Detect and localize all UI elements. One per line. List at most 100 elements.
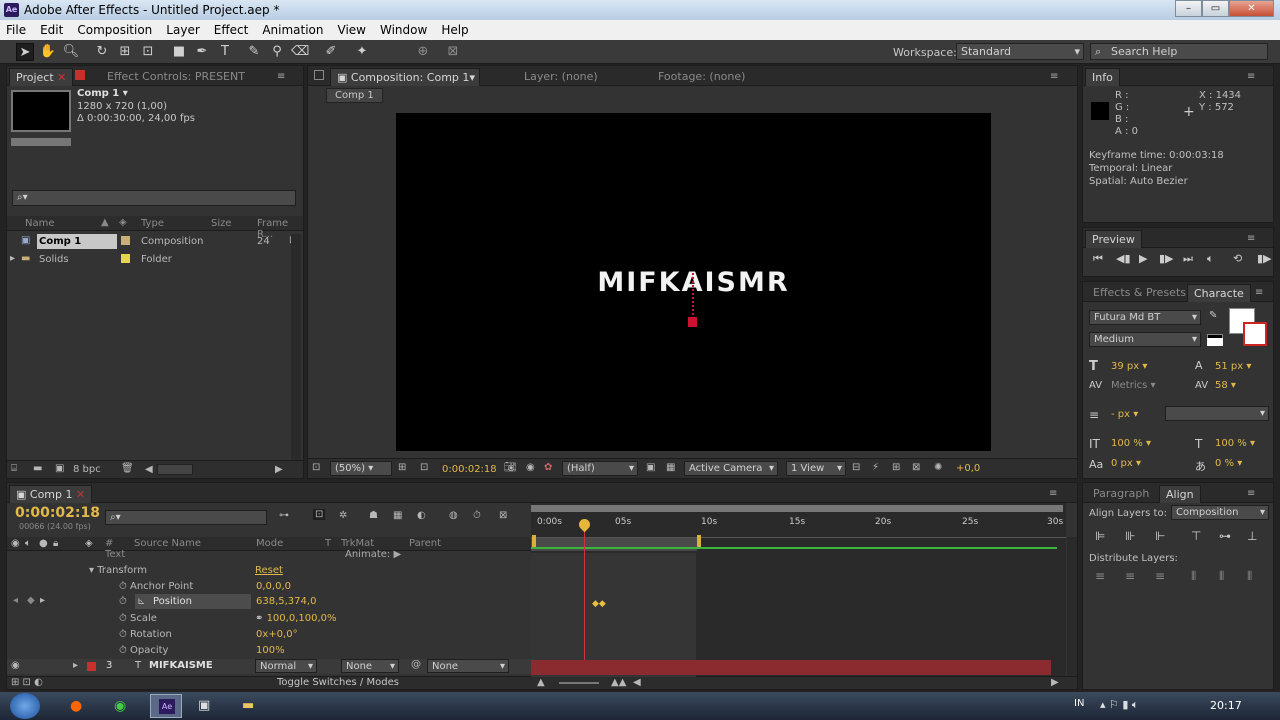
tab-layer[interactable]: Layer: (none) [518,68,604,86]
chrome-icon[interactable]: ◉ [114,698,126,714]
zoom-dropdown[interactable]: (50%) ▾ [330,461,392,476]
always-preview-icon[interactable]: ⊡ [312,462,320,473]
live-update-icon[interactable]: ⊡ [313,509,326,520]
selection-tool-icon[interactable]: ➤ [16,43,34,61]
align-top-icon[interactable]: ⊤ [1191,529,1201,543]
clock[interactable]: 20:17 [1210,699,1242,712]
col-name[interactable]: Name [25,218,55,229]
loop-icon[interactable]: ⟲ [1233,252,1242,265]
bpc-label[interactable]: 8 bpc [73,464,101,475]
channel-icon[interactable]: ✿ [544,462,552,473]
horizontal-scale-value[interactable]: 100 % ▾ [1215,438,1255,449]
work-area-bar[interactable] [531,505,1063,512]
menu-layer[interactable]: Layer [166,23,199,37]
prop-transform-row[interactable]: ▾ Transform [89,565,147,576]
trash-icon[interactable]: 🗑︎ [121,463,134,474]
prev-frame-icon[interactable]: ◀▮ [1116,252,1131,265]
scroll-right-icon[interactable]: ▶ [1051,677,1059,688]
project-search-input[interactable]: ⌕▾ [12,190,296,206]
timeline-timecode[interactable]: 0:00:02:18 [15,505,100,521]
keyframe-markers[interactable]: ◆◆ [592,599,606,609]
close-icon[interactable]: ✕ [57,71,66,84]
show-snapshot-icon[interactable]: ◉ [526,462,535,473]
project-row-comp[interactable]: ▣ Comp 1 Composition 24 ⊞ [7,233,303,250]
distribute-right-icon[interactable]: ⦀ [1247,569,1252,584]
tsume-value[interactable]: 0 % ▾ [1215,458,1242,469]
brainstorm-icon[interactable]: ◍ [449,510,458,521]
parent-dropdown[interactable]: None ▾ [427,659,509,673]
snapshot-icon[interactable]: 📷︎ [504,462,517,473]
prop-position-row[interactable]: ◂ ◆ ▸ ⏱ ⊾ Position 638,5,374,0 [7,594,531,610]
search-help-input[interactable]: ⌕ Search Help [1090,43,1268,60]
distribute-hcenter-icon[interactable]: ⦀ [1219,569,1224,584]
col-mode[interactable]: Mode [256,538,283,549]
leading-value[interactable]: 51 px ▾ [1215,361,1251,372]
breadcrumb[interactable]: Comp 1 [326,88,383,103]
composition-viewer[interactable]: MIFKAISMR [396,113,991,451]
tab-align[interactable]: Align [1159,485,1201,503]
prop-rotation-row[interactable]: ⏱ Rotation [119,629,172,640]
view-layout-dropdown[interactable]: 1 View ▾ [786,461,846,476]
align-hcenter-icon[interactable]: ⊪ [1125,529,1135,543]
camera-tool-icon[interactable]: ⊞ [116,43,134,61]
menu-window[interactable]: Window [380,23,427,37]
clone-stamp-tool-icon[interactable]: ⚲ [268,43,286,61]
work-area-end-handle[interactable] [697,535,701,547]
blend-mode-dropdown[interactable]: Normal ▾ [255,659,317,673]
fast-previews-icon[interactable]: ⚡ [872,462,879,473]
panel-menu-icon[interactable]: ≡ [277,71,291,82]
pen-tool-icon[interactable]: ✒ [193,43,211,61]
comp-mini-flowchart-icon[interactable]: ⊶ [279,510,289,521]
stroke-order-dropdown[interactable]: ▾ [1165,406,1269,421]
eye-icon[interactable]: ◉ [11,660,20,671]
project-hscroll-thumb[interactable] [157,464,193,475]
expand-arrow-icon[interactable]: ▸ [73,660,78,671]
puppet-tool-icon[interactable]: ✦ [353,43,371,61]
audio-icon[interactable]: 🔈︎ [1207,252,1214,266]
eye-icon[interactable]: ◉ [11,538,20,549]
trkmat-dropdown[interactable]: None ▾ [341,659,399,673]
panel-menu-icon[interactable]: ≡ [1050,71,1064,82]
close-button[interactable]: ✕ [1229,0,1274,17]
distribute-top-icon[interactable]: ≡ [1095,569,1105,583]
taskbar-app-icon[interactable]: ▣ [198,698,210,713]
new-folder-icon[interactable]: ▬ [33,463,42,474]
toggle-pixel-aspect-icon[interactable]: ⊟ [852,462,860,473]
add-keyframe-icon[interactable]: ◆ [27,595,35,606]
layer-name[interactable]: MIFKAISME [149,660,213,671]
font-size-value[interactable]: 39 px ▾ [1111,361,1147,372]
mask-visibility-icon[interactable]: ⊡ [420,462,428,473]
prop-opacity-row[interactable]: ⏱ Opacity [119,645,168,656]
tab-effects-presets[interactable]: Effects & Presets [1087,284,1192,302]
type-tool-icon[interactable]: T [216,43,234,61]
anchor-point-value[interactable]: 0,0,0,0 [256,581,291,592]
project-row-solids[interactable]: ▸ ▬ Solids Folder [7,251,303,268]
panel-menu-icon[interactable]: ≡ [1049,488,1063,499]
distribute-vcenter-icon[interactable]: ≡ [1125,569,1135,583]
stopwatch-active-icon[interactable]: ⏱ [119,596,127,607]
distribute-left-icon[interactable]: ⦀ [1191,569,1196,584]
layer-row[interactable]: ◉ ▸ 3 T MIFKAISME Normal ▾ None ▾ @ None ▾ [7,659,531,674]
menu-composition[interactable]: Composition [77,23,152,37]
exposure-value[interactable]: +0,0 [956,463,980,474]
next-frame-icon[interactable]: ▮▶ [1159,252,1174,265]
timeline-search-input[interactable]: ⌕▾ [105,510,267,525]
taskbar-after-effects[interactable]: Ae [150,694,182,718]
tab-paragraph[interactable]: Paragraph [1087,485,1155,503]
menu-help[interactable]: Help [441,23,468,37]
layer-label-swatch[interactable] [87,662,96,671]
prop-text[interactable]: Text [105,549,125,560]
motion-blur-icon[interactable]: ◐ [417,510,426,521]
scroll-right-icon[interactable]: ▶ [275,464,283,475]
align-left-icon[interactable]: ⊫ [1095,529,1105,543]
prop-scale-row[interactable]: ⏱ Scale [119,613,157,624]
camera-dropdown[interactable]: Active Camera ▾ [684,461,778,476]
minimize-button[interactable]: – [1175,0,1202,17]
shy-layers-icon[interactable]: ☗ [369,510,378,521]
prev-keyframe-icon[interactable]: ◂ [13,595,18,606]
rectangle-tool-icon[interactable]: ■ [170,43,188,61]
solo-icon[interactable]: ● [39,538,48,549]
interpret-footage-icon[interactable]: ⌸ [11,463,17,474]
hand-tool-icon[interactable]: ✋ [39,43,57,61]
transparency-grid-icon[interactable]: ▦ [666,462,675,473]
